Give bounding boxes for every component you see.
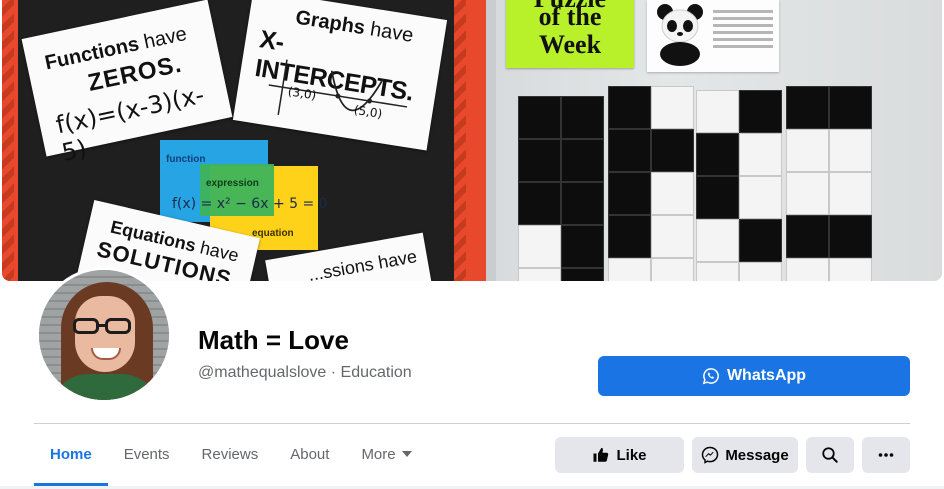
profile-avatar[interactable] <box>36 267 172 403</box>
search-icon <box>822 447 838 463</box>
puzzle-of-the-week-sign: Puzzle of the Week <box>506 0 634 68</box>
thumbs-up-icon <box>593 447 609 462</box>
more-options-button[interactable] <box>862 437 910 473</box>
page-handle-category: @mathequalslove · Education <box>198 364 412 381</box>
whatsapp-button[interactable]: WhatsApp <box>598 356 910 396</box>
like-button[interactable]: Like <box>555 437 684 473</box>
bulletin-board: Functions have ZEROS. f(x)=(x-3)(x-5) Gr… <box>2 0 486 281</box>
tab-reviews[interactable]: Reviews <box>186 424 275 484</box>
panda-puzzle-sheet <box>647 0 779 72</box>
caret-down-icon <box>401 451 412 457</box>
message-button[interactable]: Message <box>692 437 798 473</box>
black-white-tile-puzzle <box>518 86 878 281</box>
cover-photo[interactable]: Functions have ZEROS. f(x)=(x-3)(x-5) Gr… <box>2 0 942 281</box>
tab-events[interactable]: Events <box>108 424 186 484</box>
page-title[interactable]: Math = Love <box>198 325 349 356</box>
panda-icon <box>657 4 703 66</box>
messenger-icon <box>702 446 719 464</box>
page-tabs: Home Events Reviews About More <box>34 424 428 486</box>
tab-about[interactable]: About <box>274 424 345 484</box>
more-icon <box>878 453 894 457</box>
whatsapp-icon <box>702 368 719 385</box>
tab-more[interactable]: More <box>345 424 427 484</box>
search-button[interactable] <box>806 437 854 473</box>
tab-home[interactable]: Home <box>34 424 108 486</box>
